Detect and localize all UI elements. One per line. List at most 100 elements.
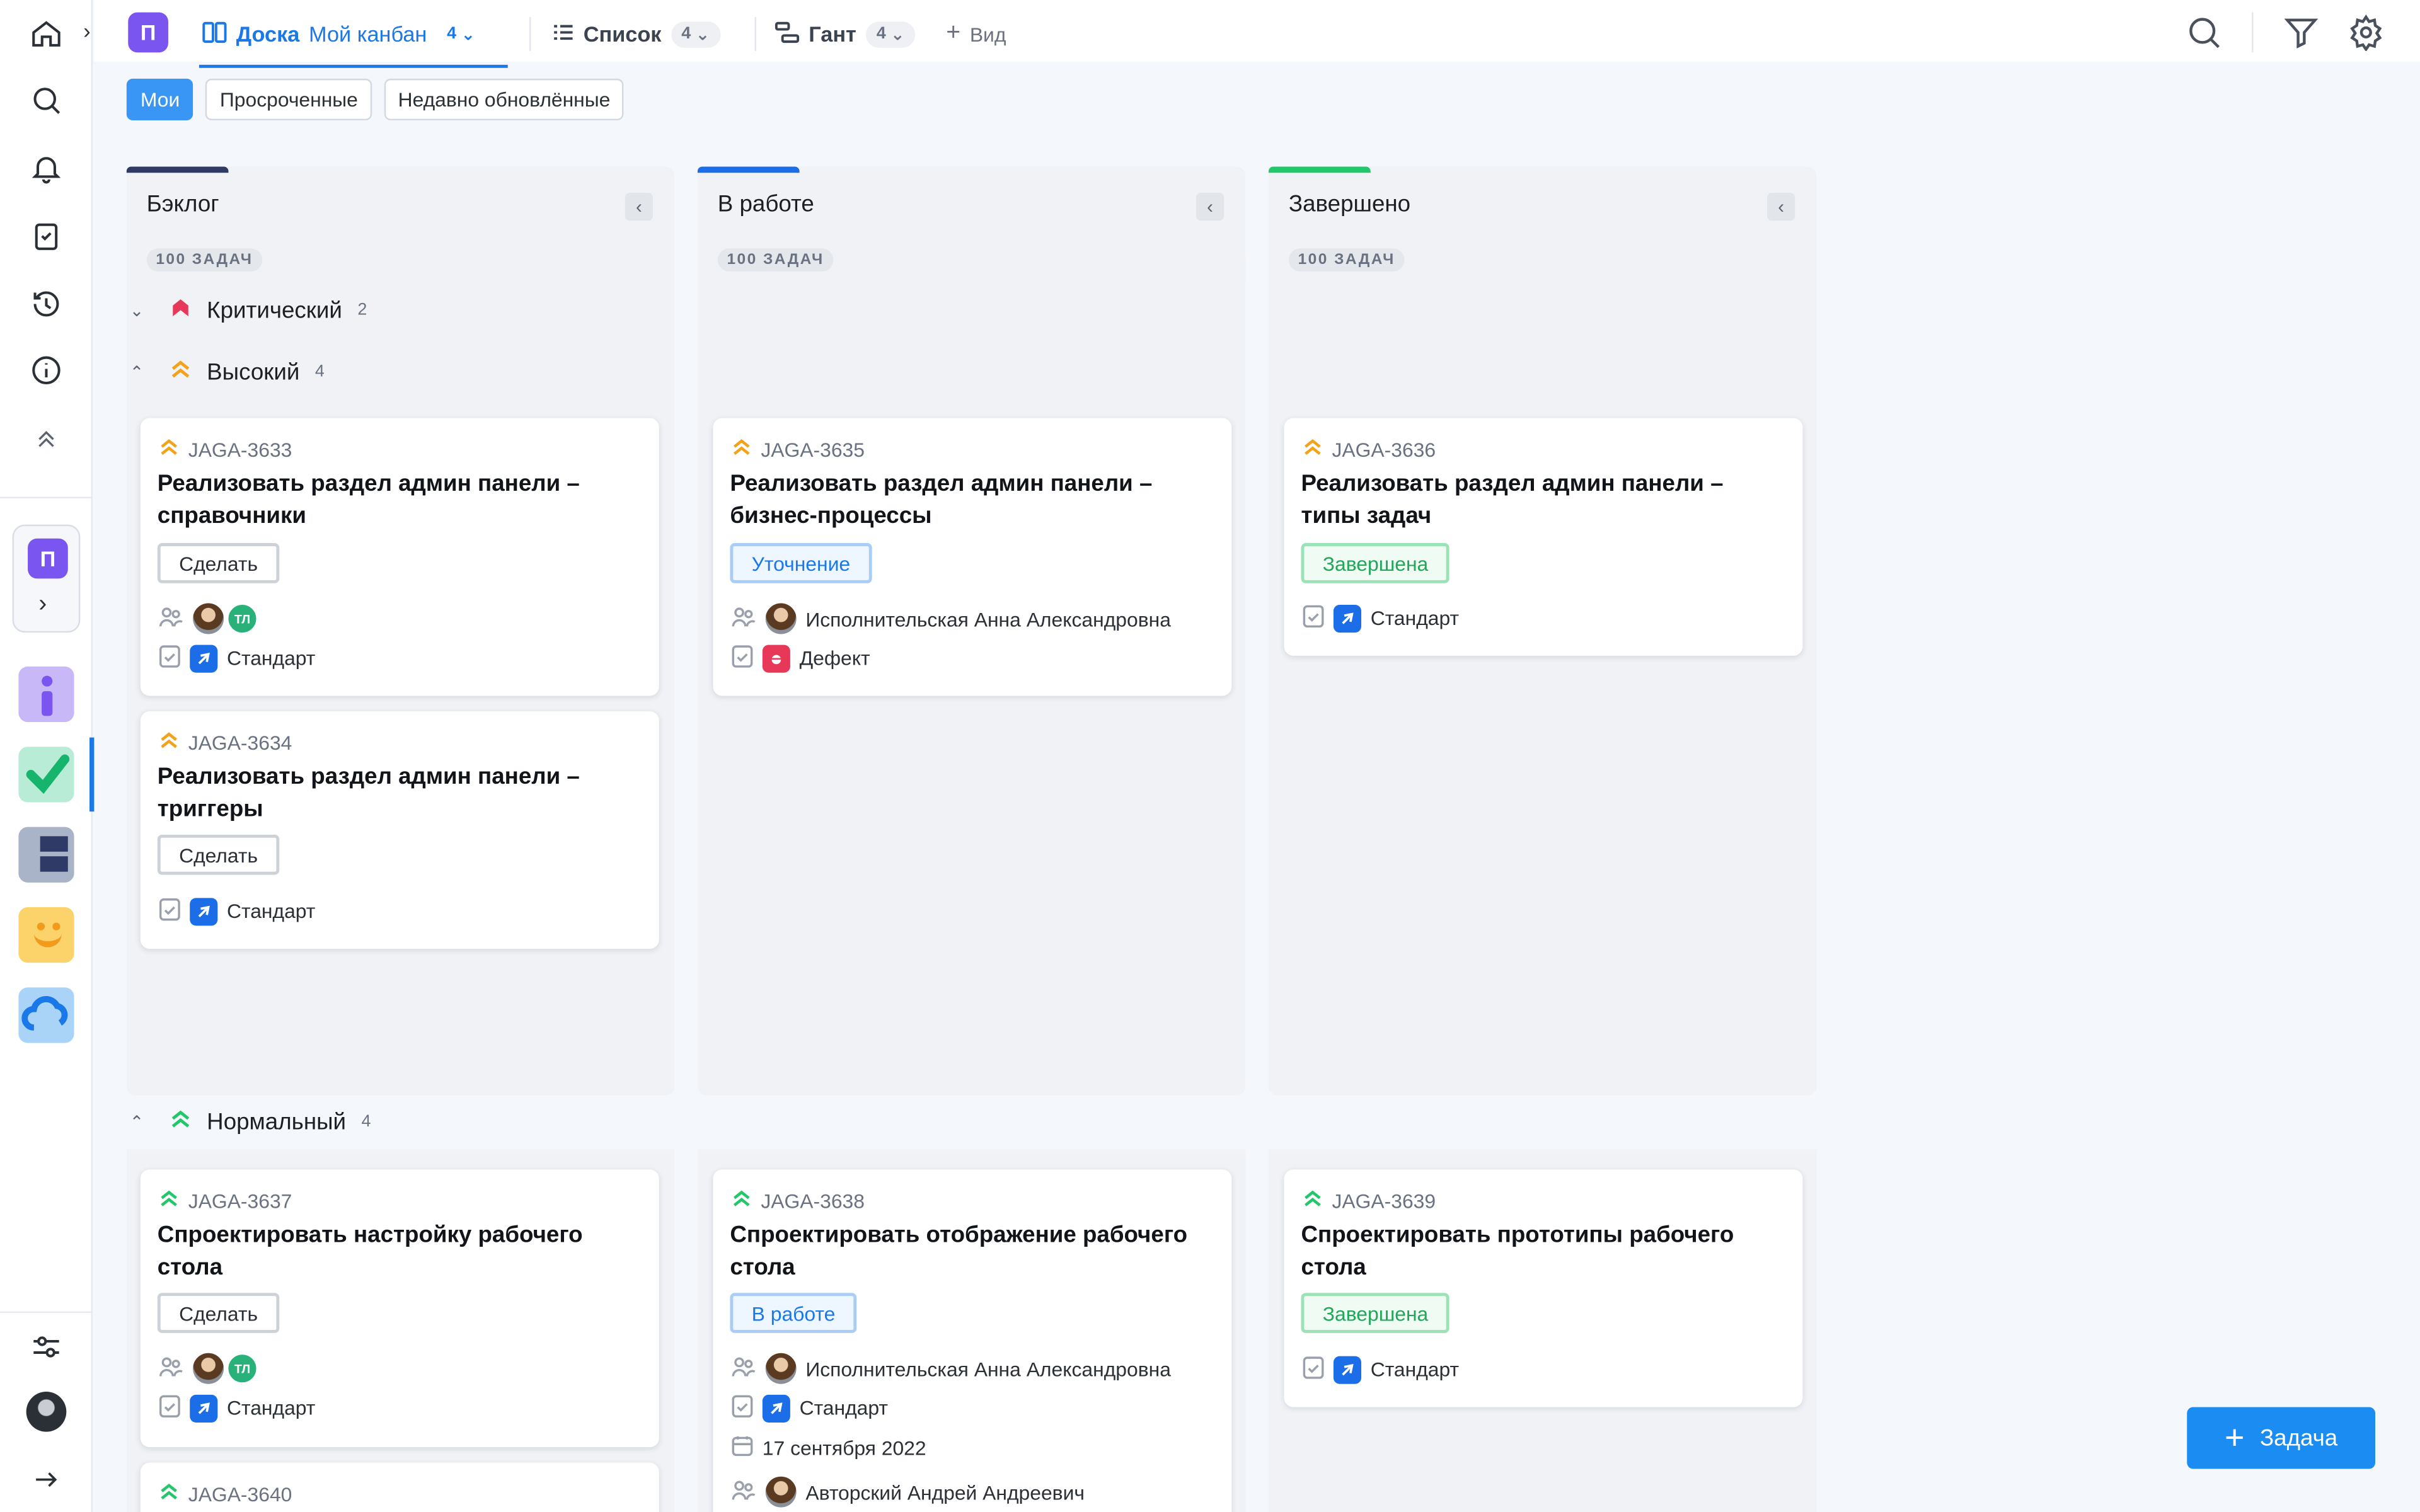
status-badge[interactable]: Уточнение [730,543,872,583]
user-avatar[interactable] [25,1390,68,1434]
tab-board-sub: Мой канбан [309,21,427,47]
project-expand-icon[interactable]: › [38,591,47,619]
column-body-done [1269,246,1817,1096]
collapse-column-icon[interactable]: ‹ [1196,193,1224,221]
status-badge[interactable]: Сделать [157,834,280,875]
history-icon[interactable] [25,282,68,326]
cloud-app-icon[interactable] [18,987,74,1043]
smile-app-icon[interactable] [18,907,74,963]
list-icon [553,21,574,47]
chevron-up-icon[interactable]: ⌃ [130,1112,154,1131]
priority-high-icon [159,730,179,754]
tab-board[interactable]: Доска Мой канбан 4 ⌄ [202,17,486,51]
project-badge-top[interactable]: П [128,12,168,53]
tab-gantt-count[interactable]: 4 ⌄ [865,21,916,47]
avatar[interactable]: ТЛ [227,603,258,634]
status-badge[interactable]: Сделать [157,543,280,583]
tasks-app-icon[interactable] [18,747,74,803]
filter-mine[interactable]: Мои [126,78,194,121]
collapse-column-icon[interactable]: ‹ [625,193,653,221]
avatar[interactable]: ТЛ [227,1353,258,1384]
rail-divider-bottom [0,1311,93,1314]
filter-overdue[interactable]: Просроченные [205,78,372,121]
search-icon[interactable] [25,79,68,122]
task-card[interactable]: JAGA-3640 [140,1462,659,1512]
clipboard-icon [159,643,180,673]
tab-list[interactable]: Список 4 ⌄ [553,17,721,51]
plus-icon: + [2225,1418,2245,1457]
task-card[interactable]: JAGA-3633 Реализовать раздел админ панел… [140,418,659,696]
status-badge[interactable]: В работе [730,1293,857,1333]
tab-board-count[interactable]: 4 ⌄ [436,21,486,47]
tab-board-label: Доска [236,21,300,47]
task-title: Реализовать раздел админ панели – бизнес… [730,470,1153,530]
gantt-icon [775,21,800,47]
column-accent [126,166,229,173]
task-key: JAGA-3633 [159,437,292,461]
group-high[interactable]: ⌃ Высокий 4 [130,358,325,386]
column-count: 100 ЗАДАЧ [1288,248,1405,272]
status-badge[interactable]: Сделать [157,1293,280,1333]
type-row: Стандарт [732,1393,888,1423]
tab-list-count[interactable]: 4 ⌄ [671,21,721,47]
task-card[interactable]: JAGA-3638 Спроектировать отображение раб… [713,1169,1232,1512]
task-type: Стандарт [1370,606,1460,630]
project-badge: П [28,538,68,579]
task-card[interactable]: JAGA-3637 Спроектировать настройку рабоч… [140,1169,659,1448]
task-card[interactable]: JAGA-3639 Спроектировать прототипы рабоч… [1284,1169,1803,1407]
task-type: Стандарт [227,899,316,923]
avatar[interactable] [765,603,797,634]
filter-recently-updated[interactable]: Недавно обновлённые [384,78,625,121]
filter-icon[interactable] [2283,14,2320,51]
info-icon[interactable] [25,348,68,392]
avatar[interactable] [765,1476,797,1508]
chevron-down-icon: ⌄ [695,25,710,44]
avatar[interactable] [765,1353,797,1384]
priority-normal-icon [1303,1188,1323,1213]
assignees-row: Исполнительская Анна Александровна [732,603,1171,634]
chevron-down-icon: ⌄ [461,25,476,44]
column-count: 100 ЗАДАЧ [146,248,263,272]
status-badge[interactable]: Завершена [1301,1293,1450,1333]
clipboard-icon [159,1393,180,1423]
tasks-icon[interactable] [25,214,68,258]
group-label: Нормальный [207,1108,347,1135]
expand-sidebar-icon[interactable] [25,1458,68,1501]
priority-normal-icon [732,1188,752,1213]
gear-icon[interactable] [2348,14,2385,52]
task-card[interactable]: JAGA-3636 Реализовать раздел админ панел… [1284,418,1803,656]
add-view-button[interactable]: + Вид [946,20,1006,48]
info-app-icon[interactable] [18,666,74,723]
chevron-up-icon[interactable]: ⌃ [130,362,154,382]
priority-high-icon [732,437,752,461]
task-card[interactable]: JAGA-3634 Реализовать раздел админ панел… [140,711,659,949]
task-title: Реализовать раздел админ панели – справо… [157,470,580,530]
clipboard-icon [732,643,753,673]
expand-rail-icon[interactable]: › [83,18,90,43]
chevron-down-icon[interactable]: ⌄ [130,300,154,320]
due-date: 17 сентября 2022 [762,1436,926,1460]
status-badge[interactable]: Завершена [1301,543,1450,583]
home-icon[interactable] [25,13,68,56]
collapse-column-icon[interactable]: ‹ [1767,193,1795,221]
search-icon[interactable] [2186,14,2223,51]
avatar[interactable] [193,603,224,634]
docs-app-icon[interactable] [18,827,74,883]
bell-icon[interactable] [25,147,68,190]
task-type: Стандарт [1370,1358,1460,1381]
column-accent [697,166,800,173]
tab-gantt[interactable]: Гант 4 ⌄ [775,17,916,51]
bug-icon [762,644,790,672]
collapse-up-icon[interactable] [25,416,68,460]
create-task-button[interactable]: + Задача [2187,1407,2376,1469]
tab-list-label: Список [583,21,662,47]
standard-type-icon [190,897,218,925]
project-switcher[interactable]: П › [12,524,81,633]
chevron-down-icon: ⌄ [890,25,905,44]
group-normal[interactable]: ⌃ Нормальный 4 [130,1108,371,1135]
group-critical[interactable]: ⌄ Критический 2 [130,296,367,324]
avatar[interactable] [193,1353,224,1384]
settings-sliders-icon[interactable] [25,1326,68,1369]
priority-normal-icon [170,1108,191,1135]
task-card[interactable]: JAGA-3635 Реализовать раздел админ панел… [713,418,1232,696]
